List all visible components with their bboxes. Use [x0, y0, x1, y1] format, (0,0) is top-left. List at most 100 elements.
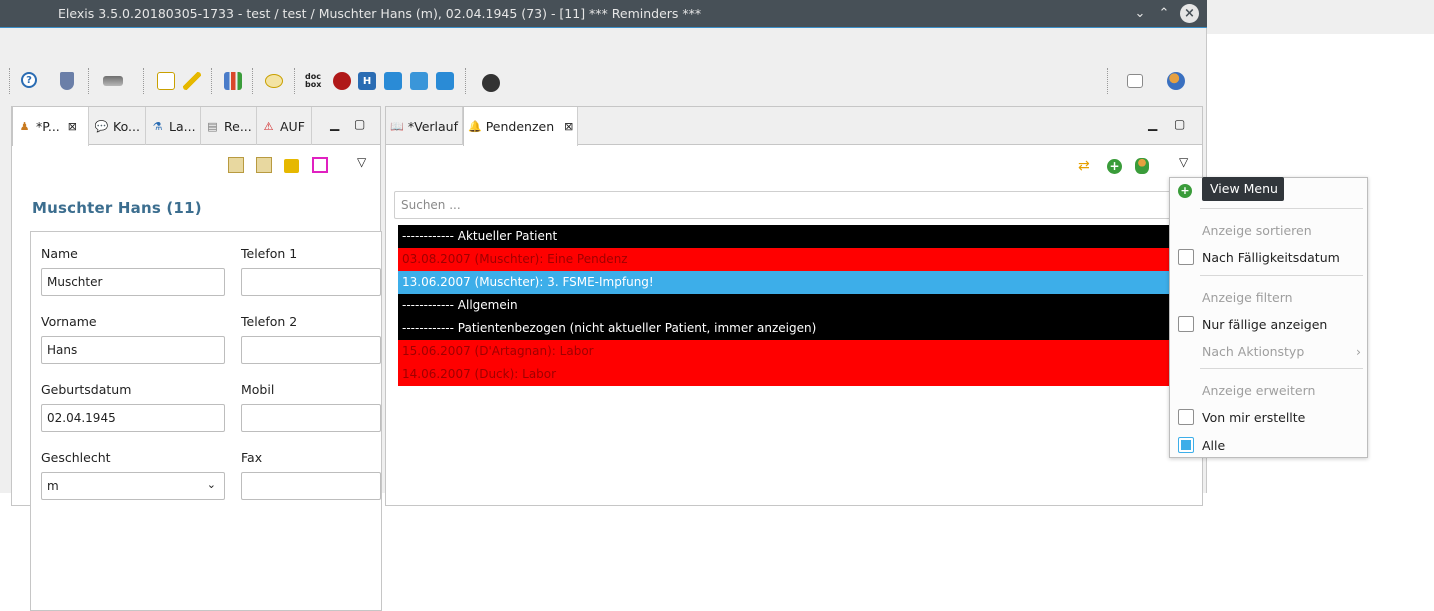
lock-icon[interactable]	[284, 159, 299, 173]
tab-label: *Verlauf	[407, 118, 458, 134]
minimize-view-icon[interactable]: ▁	[330, 117, 339, 131]
h-icon[interactable]: H	[358, 72, 376, 90]
checkbox-only-due[interactable]	[1178, 316, 1194, 332]
name-field[interactable]: Muschter	[41, 268, 225, 296]
tab-patient[interactable]: ♟ *P... ⊠	[12, 107, 89, 146]
menu-label: Von mir erstellte	[1202, 409, 1306, 425]
toolbar-separator	[465, 68, 467, 94]
calendar-icon[interactable]	[410, 72, 428, 90]
close-tab-icon[interactable]: ⊠	[564, 120, 573, 133]
geburtsdatum-label: Geburtsdatum	[41, 382, 132, 397]
scope-icon[interactable]	[103, 76, 123, 86]
fax-label: Fax	[241, 450, 263, 465]
geburtsdatum-field[interactable]: 02.04.1945	[41, 404, 225, 432]
minimize-view-icon[interactable]: ▁	[1148, 117, 1157, 131]
pendenzen-panel: 📖 *Verlauf 🔔 Pendenzen ⊠ ▁ ▢ ⇄ + ▽ Suche…	[385, 106, 1203, 506]
menu-item-all[interactable]: Alle	[1170, 433, 1367, 457]
maximize-icon[interactable]: ⌃	[1154, 4, 1174, 24]
pendenzen-panel-tabs: 📖 *Verlauf 🔔 Pendenzen ⊠ ▁ ▢	[386, 107, 1202, 146]
menu-separator	[1200, 275, 1363, 276]
geschlecht-value: m	[47, 479, 59, 493]
list-item[interactable]: ------------ Allgemein	[398, 294, 1184, 317]
search-input[interactable]: Suchen ...	[394, 191, 1184, 219]
telefon2-label: Telefon 2	[241, 314, 298, 329]
toolbar-separator	[252, 68, 254, 94]
maximize-view-icon[interactable]: ▢	[1174, 117, 1185, 131]
view-menu-icon[interactable]: ▽	[357, 155, 366, 169]
telefon2-field[interactable]	[241, 336, 381, 364]
menu-label: Nach Aktionstyp	[1202, 343, 1305, 359]
menu-label: Nach Fälligkeitsdatum	[1202, 249, 1340, 265]
patient-icon: ♟	[19, 120, 30, 133]
maximize-view-icon[interactable]: ▢	[354, 117, 365, 131]
minimize-icon[interactable]: ⌄	[1130, 4, 1150, 24]
mobil-field[interactable]	[241, 404, 381, 432]
tab-label: La...	[169, 118, 196, 134]
sync-icon[interactable]: ⇄	[1078, 158, 1094, 174]
new-document-icon[interactable]	[157, 72, 175, 90]
tab-auf[interactable]: ⚠ AUF	[257, 107, 312, 145]
help-icon[interactable]: ?	[21, 72, 37, 88]
list-icon[interactable]	[312, 157, 328, 173]
tab-label: *P...	[36, 119, 60, 134]
list-item[interactable]: ------------ Patientenbezogen (nicht akt…	[398, 317, 1184, 340]
menu-separator	[1200, 208, 1363, 209]
list-item[interactable]: ------------ Aktueller Patient	[398, 225, 1184, 248]
checkbox-by-me[interactable]	[1178, 409, 1194, 425]
background-strip	[1207, 0, 1434, 34]
checkbox-all[interactable]	[1178, 437, 1194, 453]
menu-separator	[1200, 368, 1363, 369]
shield-icon[interactable]	[60, 72, 74, 90]
document-icon: ▤	[207, 119, 218, 133]
book-icon: 📖	[390, 119, 404, 133]
geschlecht-select[interactable]: m ⌄	[41, 472, 225, 500]
menu-label: Alle	[1202, 437, 1226, 453]
menu-item-only-due[interactable]: Nur fällige anzeigen	[1170, 312, 1367, 336]
user-icon[interactable]	[1135, 158, 1149, 174]
add-icon[interactable]: +	[1107, 159, 1122, 174]
clipboard-icon[interactable]	[228, 157, 244, 173]
clipboard-copy-icon[interactable]	[256, 157, 272, 173]
menu-item-by-action[interactable]: Nach Aktionstyp ›	[1170, 339, 1367, 363]
title-bar: Elexis 3.5.0.20180305-1733 - test / test…	[0, 0, 1207, 28]
view-menu-icon[interactable]: ▽	[1179, 155, 1188, 169]
close-icon[interactable]: ×	[1180, 4, 1199, 23]
refresh-icon[interactable]	[384, 72, 402, 90]
vorname-field[interactable]: Hans	[41, 336, 225, 364]
list-item[interactable]: 15.06.2007 (D'Artagnan): Labor	[398, 340, 1184, 363]
user-switch-icon[interactable]	[1167, 72, 1185, 90]
bar-chart-icon[interactable]	[224, 72, 242, 90]
toolbar-separator	[9, 68, 11, 94]
fax-field[interactable]	[241, 472, 381, 500]
list-item[interactable]: 14.06.2007 (Duck): Labor	[398, 363, 1184, 386]
tab-pendenzen[interactable]: 🔔 Pendenzen ⊠	[463, 107, 578, 146]
menu-item-sort-due[interactable]: Nach Fälligkeitsdatum	[1170, 245, 1367, 269]
download-icon[interactable]	[436, 72, 454, 90]
tab-konsultation[interactable]: 💬 Ko...	[90, 107, 146, 145]
checkbox-sort-due[interactable]	[1178, 249, 1194, 265]
toolbar-separator	[1107, 68, 1109, 94]
telefon1-label: Telefon 1	[241, 246, 298, 261]
chevron-right-icon: ›	[1356, 343, 1361, 359]
menu-item-by-me[interactable]: Von mir erstellte	[1170, 405, 1367, 429]
docbox-icon[interactable]: doc box	[305, 72, 325, 90]
network-icon[interactable]	[333, 72, 351, 90]
close-tab-icon[interactable]: ⊠	[68, 120, 77, 133]
bomb-icon[interactable]	[482, 74, 500, 92]
tab-verlauf[interactable]: 📖 *Verlauf	[386, 107, 463, 145]
list-item[interactable]: 13.06.2007 (Muschter): 3. FSME-Impfung!	[398, 271, 1184, 294]
bell-icon: 🔔	[468, 120, 482, 133]
speech-bubble-icon[interactable]	[265, 74, 283, 88]
tab-rezepte[interactable]: ▤ Re...	[201, 107, 257, 145]
telefon1-field[interactable]	[241, 268, 381, 296]
mobil-label: Mobil	[241, 382, 275, 397]
perspective-icon[interactable]	[1127, 74, 1143, 88]
pencil-icon[interactable]	[183, 72, 201, 90]
view-menu: + Anzeige sortieren Nach Fälligkeitsdatu…	[1169, 177, 1368, 458]
menu-label: Anzeige erweitern	[1202, 382, 1316, 398]
add-icon[interactable]: +	[1178, 184, 1192, 198]
menu-header-extend: Anzeige erweitern	[1170, 378, 1367, 402]
list-item[interactable]: 03.08.2007 (Muschter): Eine Pendenz	[398, 248, 1184, 271]
tab-labor[interactable]: ⚗ La...	[146, 107, 201, 145]
patient-form: Name Muschter Telefon 1 Vorname Hans Tel…	[30, 231, 382, 611]
